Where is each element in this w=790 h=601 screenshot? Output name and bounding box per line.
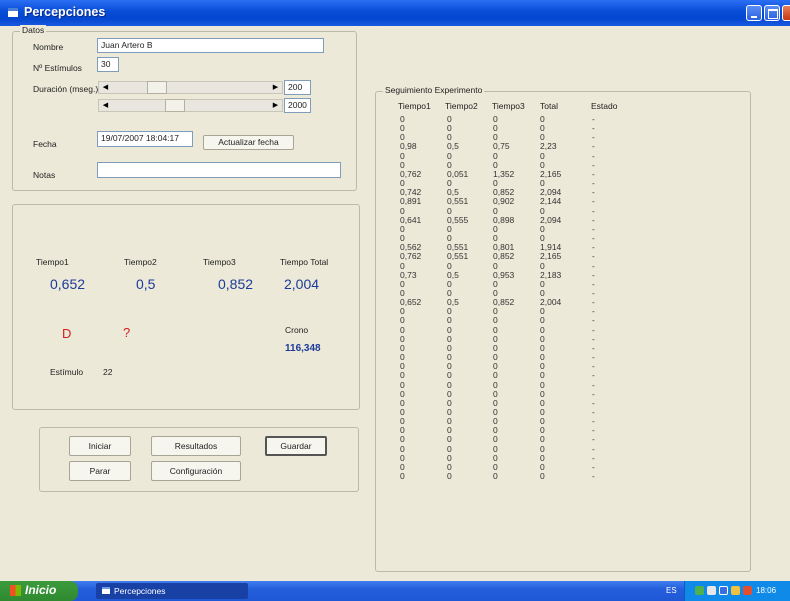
guardar-button[interactable]: Guardar	[265, 436, 327, 456]
notas-label: Notas	[33, 170, 56, 180]
seguimiento-group-label: Seguimiento Experimento	[383, 85, 485, 95]
tiempo1-cell: 0,762	[400, 251, 422, 262]
tiempo3-cell: 0,852	[493, 251, 515, 262]
estimulo-label: Estímulo	[50, 367, 84, 377]
estado-cell: -	[592, 471, 595, 482]
tiempo2-cell: 0,551	[447, 251, 469, 262]
language-indicator[interactable]: ES	[666, 586, 677, 595]
tiempo-total-label: Tiempo Total	[280, 257, 329, 267]
app-window-icon	[102, 587, 110, 594]
tiempo3-label: Tiempo3	[203, 257, 236, 267]
duracion1-scrollbar[interactable]: ◀ ▶	[98, 81, 283, 94]
start-button[interactable]: Inicio	[0, 581, 78, 601]
total-cell: 2,165	[540, 251, 562, 262]
fecha-input[interactable]: 19/07/2007 18:04:17	[97, 131, 193, 147]
volume-icon[interactable]	[731, 586, 740, 595]
title-bar[interactable]: Percepciones	[0, 0, 790, 26]
application-window: Percepciones Datos Nombre Juan Artero B …	[0, 0, 790, 601]
crono-label: Crono	[285, 325, 309, 335]
crono-value: 116,348	[285, 343, 321, 354]
configuracion-button[interactable]: Configuración	[151, 461, 241, 481]
results-panel	[12, 204, 360, 410]
duracion-label: Duración (mseg.)	[33, 84, 99, 94]
windows-logo-icon	[10, 585, 21, 596]
nombre-label: Nombre	[33, 42, 64, 52]
maximize-button[interactable]	[764, 5, 780, 21]
duracion2-value[interactable]: 2000	[284, 98, 311, 113]
actualizar-fecha-button[interactable]: Actualizar fecha	[203, 135, 294, 150]
notas-input[interactable]	[97, 162, 341, 178]
tiempo2-value: 0,5	[136, 276, 156, 292]
exp-header-estado: Estado	[591, 101, 618, 111]
scroll-right-arrow-icon[interactable]: ▶	[269, 82, 282, 93]
taskbar: Inicio Percepciones ES 18:06	[0, 581, 790, 601]
tiempo-total-value: 2,004	[284, 276, 320, 292]
scrollbar-thumb[interactable]	[147, 81, 167, 94]
scroll-left-arrow-icon[interactable]: ◀	[99, 100, 112, 111]
tiempo3-cell: 0	[493, 471, 498, 482]
parar-button[interactable]: Parar	[69, 461, 131, 481]
exp-header-tiempo1: Tiempo1	[398, 101, 431, 111]
tiempo2-label: Tiempo2	[124, 257, 157, 267]
network-icon[interactable]	[695, 586, 704, 595]
scroll-right-arrow-icon[interactable]: ▶	[269, 100, 282, 111]
tiempo3-value: 0,852	[218, 276, 254, 292]
scroll-left-arrow-icon[interactable]: ◀	[99, 82, 112, 93]
security-icon[interactable]	[743, 586, 752, 595]
estimulos-label: Nº Estímulos	[33, 63, 82, 73]
response-indicator-1: D	[62, 326, 72, 341]
clock: 18:06	[756, 586, 777, 595]
close-button[interactable]	[782, 5, 790, 21]
estimulos-input[interactable]: 30	[97, 57, 119, 72]
tiempo1-value: 0,652	[50, 276, 86, 292]
exp-header-tiempo2: Tiempo2	[445, 101, 478, 111]
estado-cell: -	[592, 251, 595, 262]
resultados-button[interactable]: Resultados	[151, 436, 241, 456]
response-indicator-2: ?	[123, 325, 131, 340]
app-window-icon	[8, 8, 18, 17]
taskbar-item-percepciones[interactable]: Percepciones	[96, 583, 248, 599]
start-label: Inicio	[25, 583, 57, 597]
iniciar-button[interactable]: Iniciar	[69, 436, 131, 456]
tiempo2-cell: 0	[447, 471, 452, 482]
duracion1-value[interactable]: 200	[284, 80, 311, 95]
nombre-input[interactable]: Juan Artero B	[97, 38, 324, 53]
settings-icon[interactable]	[707, 586, 716, 595]
total-cell: 0	[540, 471, 545, 482]
tiempo1-label: Tiempo1	[36, 257, 69, 267]
window-title: Percepciones	[24, 5, 106, 19]
estimulo-value: 22	[103, 367, 113, 377]
seguimiento-experimento-group	[375, 91, 751, 572]
exp-header-total: Total	[540, 101, 558, 111]
minimize-button[interactable]	[746, 5, 762, 21]
fecha-label: Fecha	[33, 139, 57, 149]
taskbar-item-label: Percepciones	[114, 586, 166, 596]
tiempo1-cell: 0	[400, 471, 405, 482]
exp-header-tiempo3: Tiempo3	[492, 101, 525, 111]
scrollbar-thumb[interactable]	[165, 99, 185, 112]
duracion2-scrollbar[interactable]: ◀ ▶	[98, 99, 283, 112]
display-icon[interactable]	[719, 586, 728, 595]
datos-group-label: Datos	[20, 25, 47, 35]
